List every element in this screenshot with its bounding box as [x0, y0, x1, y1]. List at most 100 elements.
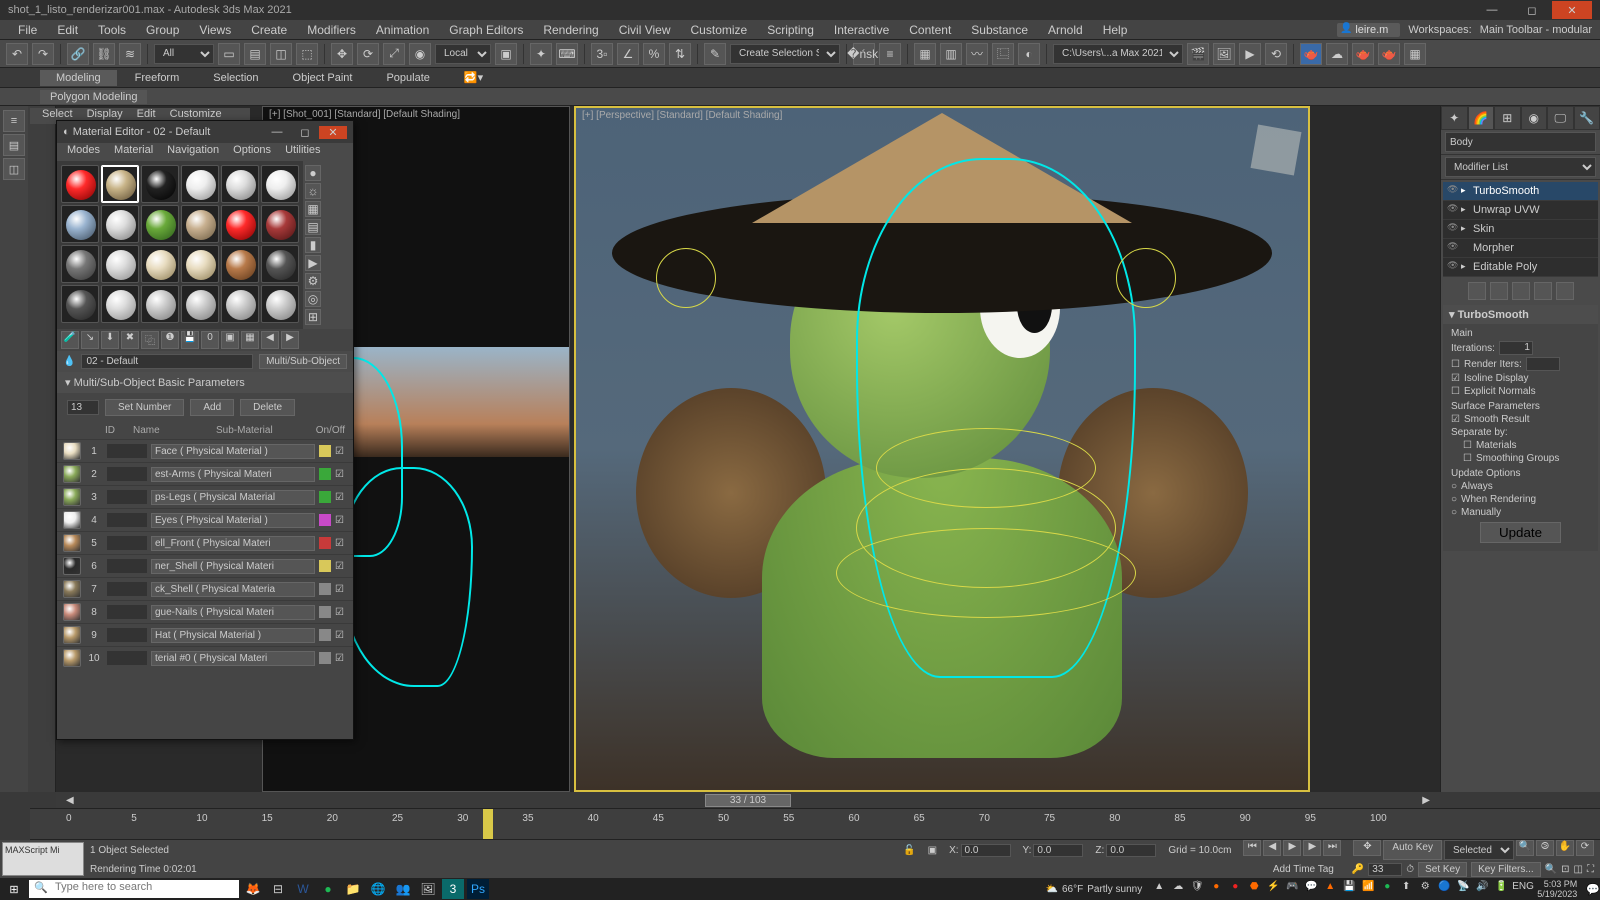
sub-material-row[interactable]: 8 gue-Nails ( Physical Materi ☑	[57, 600, 353, 623]
percent-snap-button[interactable]: %	[643, 43, 665, 65]
sample-type-button[interactable]: ●	[305, 165, 321, 181]
bind-button[interactable]: ≋	[119, 43, 141, 65]
material-name-field[interactable]: 02 - Default	[81, 354, 253, 369]
lock-icon[interactable]: 🔓	[903, 845, 915, 856]
taskbar-explorer-icon[interactable]: 📁	[342, 879, 364, 899]
material-slot[interactable]	[141, 165, 179, 203]
background-button[interactable]: ▦	[305, 201, 321, 217]
mod-unwrapuvw[interactable]: ▸Unwrap UVW	[1443, 201, 1598, 220]
tray-icon[interactable]: 📡	[1455, 881, 1471, 897]
material-slot[interactable]	[181, 245, 219, 283]
sub-material-row[interactable]: 2 est-Arms ( Physical Materi ☑	[57, 462, 353, 485]
ribbon-tab-selection[interactable]: Selection	[197, 70, 274, 86]
sample-uv-button[interactable]: ▤	[305, 219, 321, 235]
make-unique-button[interactable]	[1512, 282, 1530, 300]
time-marker[interactable]	[483, 809, 493, 839]
mod-editablepoly[interactable]: ▸Editable Poly	[1443, 258, 1598, 277]
menu-tools[interactable]: Tools	[88, 21, 136, 39]
workspace-value[interactable]: Main Toolbar - modular	[1480, 24, 1592, 36]
menu-file[interactable]: File	[8, 21, 47, 39]
tab-display[interactable]: 🖵	[1547, 106, 1574, 130]
remove-mod-button[interactable]	[1534, 282, 1552, 300]
smooth-result-check[interactable]	[1451, 414, 1460, 425]
mat-menu-navigation[interactable]: Navigation	[161, 143, 225, 161]
configure-sets-button[interactable]	[1556, 282, 1574, 300]
keymode-select[interactable]: Selected	[1444, 840, 1514, 860]
tray-notifications-icon[interactable]: 💬	[1586, 883, 1600, 896]
taskbar-photos-icon[interactable]: 🖼	[417, 879, 439, 899]
ribbon-tab-objectpaint[interactable]: Object Paint	[277, 70, 369, 86]
params-rollup-header[interactable]: ▾ Multi/Sub-Object Basic Parameters	[57, 372, 353, 393]
tab-create[interactable]: ✦	[1441, 106, 1468, 130]
snap-toggle-button[interactable]: 3▫	[591, 43, 613, 65]
material-slot[interactable]	[61, 205, 99, 243]
mod-turbosmooth[interactable]: ▸TurboSmooth	[1443, 182, 1598, 201]
tray-icon[interactable]: 🔵	[1436, 881, 1452, 897]
time-ruler[interactable]: 0510152025303540455055606570758085909510…	[30, 808, 1600, 840]
isoline-check[interactable]	[1451, 373, 1460, 384]
select-region-button[interactable]: ◫	[270, 43, 292, 65]
tab-modify[interactable]: 🌈	[1468, 106, 1495, 130]
tray-icon[interactable]: ⬆	[1398, 881, 1414, 897]
select-by-mat-button[interactable]: ◎	[305, 291, 321, 307]
sub-material-row[interactable]: 3 ps-Legs ( Physical Material ☑	[57, 485, 353, 508]
current-frame-field[interactable]: 33	[1368, 863, 1402, 876]
rotate-button[interactable]: ⟳	[357, 43, 379, 65]
tray-lang[interactable]: ENG	[1512, 881, 1528, 897]
nav-fov-button[interactable]: ⧁	[1536, 840, 1554, 856]
render-vr-button[interactable]: ▦	[1404, 43, 1426, 65]
angle-snap-button[interactable]: ∠	[617, 43, 639, 65]
tray-icon[interactable]: ●	[1379, 881, 1395, 897]
render-production-button[interactable]: ▶	[1239, 43, 1261, 65]
taskbar-3dsmax-icon[interactable]: 3	[442, 879, 464, 899]
undo-button[interactable]: ↶	[6, 43, 28, 65]
rollup-header[interactable]: ▾ TurboSmooth	[1443, 305, 1598, 324]
select-name-button[interactable]: ▤	[244, 43, 266, 65]
taskbar-cortana-icon[interactable]: 🦊	[242, 879, 264, 899]
viewport-perspective[interactable]: [+] [Perspective] [Standard] [Default Sh…	[574, 106, 1310, 792]
maximize-button[interactable]: ◻	[1512, 1, 1552, 19]
put-to-lib-button[interactable]: 💾	[181, 331, 199, 349]
tray-icon[interactable]: 🔋	[1493, 881, 1509, 897]
menu-views[interactable]: Views	[189, 21, 241, 39]
video-check-button[interactable]: ▮	[305, 237, 321, 253]
keyfilters-button[interactable]: Key Filters...	[1471, 862, 1541, 877]
material-slot[interactable]	[181, 165, 219, 203]
update-manual-radio[interactable]	[1451, 507, 1457, 518]
viewport-left-label[interactable]: [+] [Shot_001] [Standard] [Default Shadi…	[269, 109, 460, 120]
close-button[interactable]: ✕	[1552, 1, 1592, 19]
time-slider-thumb[interactable]: 33 / 103	[705, 794, 791, 807]
window-crossing-button[interactable]: ⬚	[296, 43, 318, 65]
project-path[interactable]: C:\Users\...a Max 2021	[1053, 44, 1183, 64]
toggle-ribbon-button[interactable]: ▥	[940, 43, 962, 65]
tray-icon[interactable]: 💬	[1303, 881, 1319, 897]
taskbar-search[interactable]: Type here to search	[29, 880, 239, 898]
tray-icon[interactable]: 🎮	[1284, 881, 1300, 897]
ribbon-tab-freeform[interactable]: Freeform	[119, 70, 196, 86]
taskbar-weather[interactable]: ⛅ 66°F Partly sunny	[1046, 884, 1143, 895]
material-slot[interactable]	[261, 285, 299, 323]
menu-help[interactable]: Help	[1093, 21, 1138, 39]
menu-civilview[interactable]: Civil View	[609, 21, 681, 39]
selection-filter[interactable]: All	[154, 44, 214, 64]
mat-pick-icon[interactable]: 💧	[63, 356, 75, 367]
select-object-button[interactable]: ▭	[218, 43, 240, 65]
show-result-button[interactable]	[1490, 282, 1508, 300]
render-iters-spinner[interactable]	[1526, 357, 1560, 371]
render-online-button[interactable]: ☁	[1326, 43, 1348, 65]
mod-morpher[interactable]: Morpher	[1443, 239, 1598, 258]
coord-z[interactable]: 0.0	[1106, 844, 1156, 857]
add-sub-button[interactable]: Add	[190, 399, 234, 416]
nav-maximize-button[interactable]: ⛶	[1587, 864, 1594, 875]
coord-y[interactable]: 0.0	[1033, 844, 1083, 857]
tray-icon[interactable]: ▲	[1322, 881, 1338, 897]
scale-button[interactable]: ⤢	[383, 43, 405, 65]
modifier-list[interactable]: Modifier List	[1445, 157, 1596, 177]
taskbar-teams-icon[interactable]: 👥	[392, 879, 414, 899]
time-config2-button[interactable]: ⏱	[1406, 864, 1414, 875]
autokey-button[interactable]: Auto Key	[1383, 840, 1442, 860]
tab-utilities[interactable]: 🔧	[1574, 106, 1600, 130]
material-slot[interactable]	[221, 205, 259, 243]
move-button[interactable]: ✥	[331, 43, 353, 65]
sub-material-row[interactable]: 10 terial #0 ( Physical Materi ☑	[57, 646, 353, 669]
